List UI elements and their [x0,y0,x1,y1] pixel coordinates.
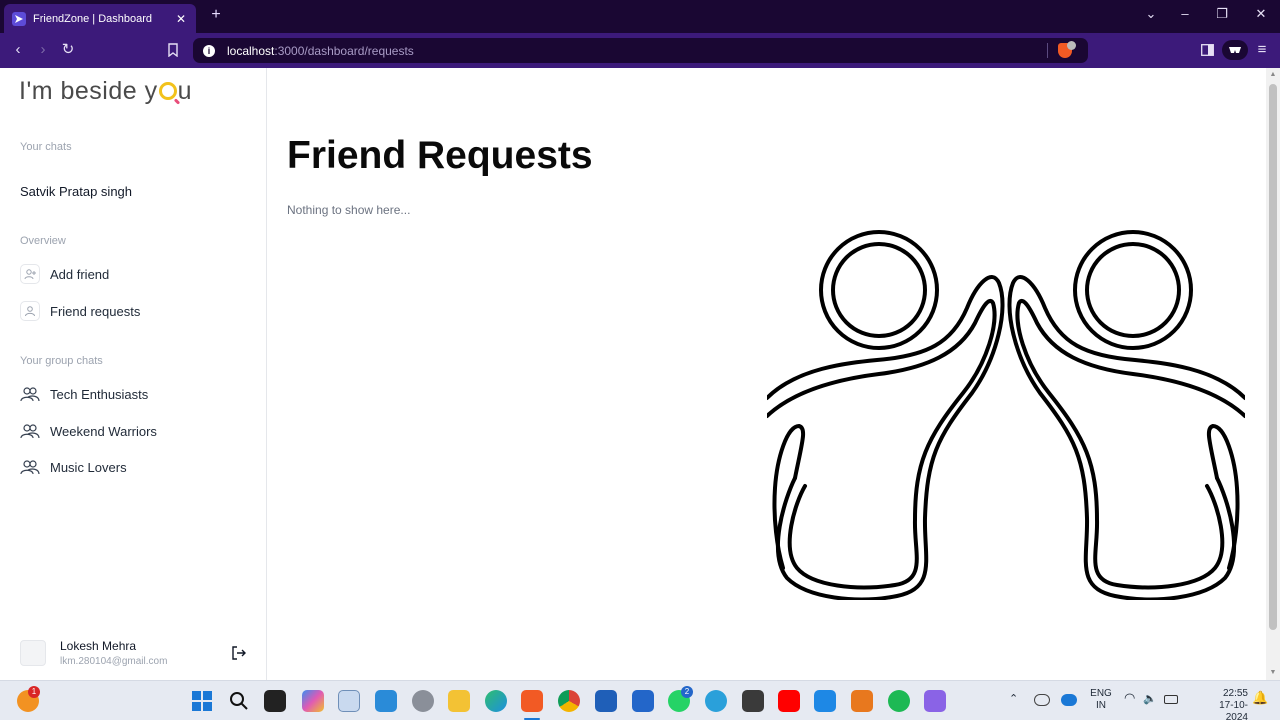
maximize-icon[interactable]: ❐ [1211,6,1233,22]
logout-icon[interactable] [231,645,247,661]
task-view-icon[interactable] [264,690,286,712]
vscode-icon[interactable] [814,690,836,712]
nav-item-label: Friend requests [50,303,141,319]
chats-section-label: Your chats [20,141,72,153]
url-host: localhost [227,43,275,58]
site-info-icon[interactable]: i [203,44,215,57]
user-profile: Lokesh Mehra lkm.280104@gmail.com [20,639,167,667]
address-bar[interactable]: i localhost:3000/dashboard/requests [193,38,1088,63]
virtualbox-icon[interactable] [742,690,764,712]
group-item-tech-enthusiasts[interactable]: Tech Enthusiasts [20,383,148,405]
battery-icon[interactable] [1164,695,1178,704]
lang-secondary: IN [1096,700,1106,711]
shields-badge [1067,41,1076,50]
chat-item[interactable]: Satvik Pratap singh [20,184,132,199]
proton-vpn-icon[interactable] [924,690,946,712]
language-indicator[interactable]: ENG IN [1088,688,1114,712]
tab-title: FriendZone | Dashboard [33,12,153,25]
user-email: lkm.280104@gmail.com [60,656,168,667]
brave-icon[interactable] [521,690,543,712]
url-divider [1047,43,1048,58]
app-favicon-icon [12,11,26,26]
brave-wallet-icon[interactable] [1222,40,1248,60]
nav-item-friend-requests[interactable]: Friend requests [20,300,140,322]
group-icon [20,457,40,477]
avatar [20,640,46,666]
scrollbar[interactable]: ▲ ▼ [1266,68,1280,680]
group-icon [20,384,40,404]
settings-icon[interactable] [412,690,434,712]
edge-icon[interactable] [485,690,507,712]
url-path: :3000/dashboard/requests [274,43,414,58]
menu-icon[interactable]: ≡ [1251,40,1273,60]
forward-icon[interactable]: › [32,40,54,60]
sublime-icon[interactable] [851,690,873,712]
group-icon [20,421,40,441]
user-plus-icon [20,264,40,284]
scroll-up-icon[interactable]: ▲ [1269,71,1277,79]
clock[interactable]: 22:55 17-10-2024 [1198,688,1248,724]
browser-titlebar: FriendZone | Dashboard ✕ + ⌄ – ❐ ✕ [0,0,1280,33]
sidebar: I'm beside yu Your chats Satvik Pratap s… [0,68,267,680]
user-name: Lokesh Mehra [60,639,137,653]
lang-primary: ENG [1090,688,1112,699]
browser-toolbar: ‹ › ↻ i localhost:3000/dashboard/request… [0,33,1280,68]
group-item-weekend-warriors[interactable]: Weekend Warriors [20,420,157,442]
user-icon [20,301,40,321]
back-icon[interactable]: ‹ [7,40,29,60]
sidebar-toggle-icon[interactable] [1196,40,1218,60]
onedrive-icon[interactable] [1061,694,1077,706]
reload-icon[interactable]: ↻ [57,40,79,60]
tray-chevron-icon[interactable]: ⌃ [1009,693,1018,705]
whiteboard-icon[interactable] [632,690,654,712]
minimize-icon[interactable]: – [1174,6,1196,21]
overview-section-label: Overview [20,235,66,247]
telegram-icon[interactable] [705,690,727,712]
empty-state-text: Nothing to show here... [287,203,411,217]
notification-bell-icon[interactable]: 🔔 [1252,691,1268,704]
tab-close-icon[interactable]: ✕ [174,12,188,26]
photos-icon[interactable] [338,690,360,712]
bookmark-icon[interactable] [162,40,184,60]
group-item-music-lovers[interactable]: Music Lovers [20,456,127,478]
store-icon[interactable] [595,690,617,712]
wifi-icon[interactable]: ◠ [1124,691,1135,704]
group-item-label: Music Lovers [50,459,127,475]
nav-item-label: Add friend [50,266,110,282]
date: 17-10-2024 [1219,700,1248,723]
volume-icon[interactable]: 🔈 [1143,693,1157,705]
groups-section-label: Your group chats [20,355,103,367]
search-icon[interactable] [228,690,250,712]
file-explorer-icon[interactable] [448,690,470,712]
group-item-label: Tech Enthusiasts [50,386,149,402]
page-title: Friend Requests [287,134,593,177]
scroll-down-icon[interactable]: ▼ [1269,669,1277,677]
window-close-icon[interactable]: ✕ [1250,6,1272,22]
new-tab-button[interactable]: + [206,6,226,24]
scroll-thumb[interactable] [1269,84,1277,630]
youtube-icon[interactable] [778,690,800,712]
whatsapp-badge: 2 [681,686,693,698]
taskbar: 1 2 ⌃ ENG IN ◠ 🔈 22:55 17-10-2024 🔔 [0,680,1280,723]
group-item-label: Weekend Warriors [50,423,157,439]
widget-badge: 1 [28,686,40,698]
spotify-icon[interactable] [888,690,910,712]
copilot-icon[interactable] [302,690,324,712]
high-five-illustration [767,230,1245,600]
time: 22:55 [1222,688,1248,699]
start-icon[interactable] [191,690,213,712]
onedrive-personal-icon[interactable] [1034,694,1050,706]
tab-search-icon[interactable]: ⌄ [1140,6,1162,22]
nav-item-add-friend[interactable]: Add friend [20,263,109,285]
browser-tab[interactable]: FriendZone | Dashboard ✕ [4,4,196,33]
chrome-icon[interactable] [558,690,580,712]
page: I'm beside yu Your chats Satvik Pratap s… [0,68,1280,680]
snipping-icon[interactable] [375,690,397,712]
logo[interactable]: I'm beside yu [19,77,192,106]
